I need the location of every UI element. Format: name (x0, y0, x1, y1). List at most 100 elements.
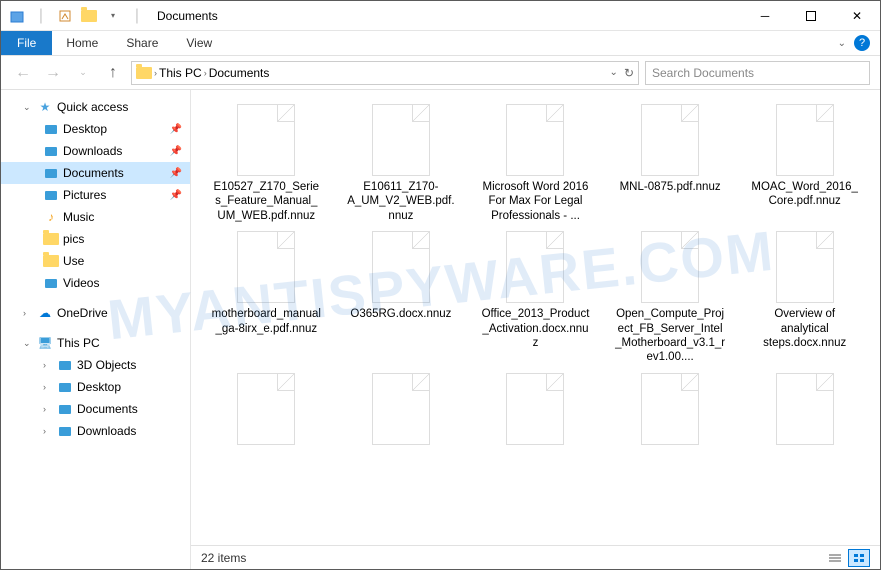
sidebar-item-desktop[interactable]: Desktop📌 (1, 118, 190, 140)
chevron-right-icon[interactable]: › (43, 404, 53, 414)
sidebar-item-downloads[interactable]: › Downloads (1, 420, 190, 442)
file-item[interactable] (605, 373, 736, 449)
sidebar-item-documents[interactable]: ›Documents (1, 398, 190, 420)
ribbon-chevron-icon[interactable]: ⌄ (838, 38, 846, 49)
sidebar-item-documents[interactable]: Documents 📌 (1, 162, 190, 184)
sidebar-item-use[interactable]: Use (1, 250, 190, 272)
sidebar-onedrive[interactable]: ›☁OneDrive (1, 302, 190, 324)
chevron-right-icon[interactable]: › (23, 308, 33, 318)
chevron-down-icon[interactable]: ⌄ (23, 102, 33, 113)
file-item[interactable]: Microsoft Word 2016 For Max For Legal Pr… (470, 104, 601, 223)
close-button[interactable]: ✕ (834, 1, 880, 31)
file-item[interactable] (201, 373, 332, 449)
file-name: E10611_Z170-A_UM_V2_WEB.pdf.nnuz (346, 180, 456, 223)
chevron-right-icon[interactable]: › (43, 382, 53, 392)
sidebar-item-desktop[interactable]: ›Desktop (1, 376, 190, 398)
sidebar-item-label: Downloads (77, 424, 136, 438)
sidebar-item-label: 3D Objects (77, 358, 136, 372)
recent-dropdown[interactable]: ⌄ (71, 61, 95, 85)
details-view-icon[interactable] (824, 549, 846, 567)
tab-view[interactable]: View (172, 31, 226, 55)
sidebar-item-label: Documents (63, 166, 124, 180)
maximize-button[interactable] (788, 1, 834, 31)
file-icon (372, 104, 430, 176)
folder-icon (7, 6, 27, 26)
file-icon (372, 373, 430, 445)
titlebar: | ▾ | Documents ─ ✕ (1, 1, 880, 31)
file-item[interactable] (336, 373, 467, 449)
pictures-icon (43, 187, 59, 203)
pin-icon: 📌 (170, 168, 182, 179)
sidebar-label: OneDrive (57, 306, 108, 320)
pc-icon: 🖥 (37, 335, 53, 351)
file-icon (506, 373, 564, 445)
file-icon (372, 231, 430, 303)
file-grid[interactable]: E10527_Z170_Series_Feature_Manual_UM_WEB… (191, 90, 880, 545)
back-button[interactable]: ← (11, 61, 35, 85)
downloads-icon (57, 423, 73, 439)
sidebar-item-pictures[interactable]: Pictures 📌 (1, 184, 190, 206)
file-icon (641, 231, 699, 303)
sidebar-quick-access[interactable]: ⌄★Quick access (1, 96, 190, 118)
desktop-icon (57, 379, 73, 395)
sidebar-item-3d-objects[interactable]: › 3D Objects (1, 354, 190, 376)
sidebar-item-music[interactable]: ♪Music (1, 206, 190, 228)
chevron-right-icon[interactable]: › (154, 68, 157, 78)
file-name: MOAC_Word_2016_Core.pdf.nnuz (750, 180, 860, 209)
file-item[interactable]: Office_2013_Product_Activation.docx.nnuz (470, 231, 601, 365)
file-item[interactable]: MOAC_Word_2016_Core.pdf.nnuz (739, 104, 870, 223)
sidebar-item-downloads[interactable]: Downloads📌 (1, 140, 190, 162)
sidebar-item-label: Pictures (63, 188, 106, 202)
sidebar-label: This PC (57, 336, 100, 350)
breadcrumb-dropdown-icon[interactable]: ⌄ (610, 67, 618, 78)
videos-icon (43, 275, 59, 291)
file-item[interactable]: MNL-0875.pdf.nnuz (605, 104, 736, 223)
documents-icon (57, 401, 73, 417)
file-item[interactable]: O365RG.docx.nnuz (336, 231, 467, 365)
file-item[interactable]: E10611_Z170-A_UM_V2_WEB.pdf.nnuz (336, 104, 467, 223)
help-icon[interactable]: ? (854, 35, 870, 51)
file-view: E10527_Z170_Series_Feature_Manual_UM_WEB… (191, 90, 880, 569)
sidebar-item-label: Music (63, 210, 94, 224)
file-item[interactable]: motherboard_manual_ga-8irx_e.pdf.nnuz (201, 231, 332, 365)
pin-icon: 📌 (170, 190, 182, 201)
file-tab[interactable]: File (1, 31, 52, 55)
file-item[interactable] (470, 373, 601, 449)
breadcrumb-segment[interactable]: Documents (209, 66, 270, 80)
tab-home[interactable]: Home (52, 31, 112, 55)
up-button[interactable]: ↑ (101, 61, 125, 85)
breadcrumb[interactable]: › This PC › Documents ⌄ ↻ (131, 61, 639, 85)
forward-button[interactable]: → (41, 61, 65, 85)
chevron-right-icon[interactable]: › (43, 426, 53, 436)
new-folder-icon[interactable] (79, 6, 99, 26)
sidebar-this-pc[interactable]: ⌄ 🖥 This PC (1, 332, 190, 354)
navigation-pane[interactable]: ⌄★Quick accessDesktop📌Downloads📌Document… (1, 90, 191, 569)
chevron-right-icon[interactable]: › (204, 68, 207, 78)
search-input[interactable]: Search Documents (645, 61, 870, 85)
large-icons-view-icon[interactable] (848, 549, 870, 567)
breadcrumb-segment[interactable]: This PC (159, 66, 202, 80)
qat-dropdown-icon[interactable]: ▾ (103, 6, 123, 26)
file-name: Overview of analytical steps.docx.nnuz (750, 307, 860, 350)
file-icon (776, 373, 834, 445)
separator: | (127, 6, 147, 26)
sidebar-label: Quick access (57, 100, 128, 114)
refresh-icon[interactable]: ↻ (624, 66, 634, 80)
sidebar-item-videos[interactable]: Videos (1, 272, 190, 294)
folder-icon (43, 231, 59, 247)
file-name: Open_Compute_Project_FB_Server_Intel_Mot… (615, 307, 725, 365)
chevron-down-icon[interactable]: ⌄ (23, 338, 33, 349)
window-title: Documents (157, 9, 218, 23)
file-icon (641, 104, 699, 176)
sidebar-item-pics[interactable]: pics (1, 228, 190, 250)
file-name: E10527_Z170_Series_Feature_Manual_UM_WEB… (211, 180, 321, 223)
chevron-right-icon[interactable]: › (43, 360, 53, 370)
tab-share[interactable]: Share (112, 31, 172, 55)
file-item[interactable]: Open_Compute_Project_FB_Server_Intel_Mot… (605, 231, 736, 365)
minimize-button[interactable]: ─ (742, 1, 788, 31)
file-item[interactable]: E10527_Z170_Series_Feature_Manual_UM_WEB… (201, 104, 332, 223)
properties-icon[interactable] (55, 6, 75, 26)
qat-divider: | (31, 6, 51, 26)
file-item[interactable] (739, 373, 870, 449)
file-item[interactable]: Overview of analytical steps.docx.nnuz (739, 231, 870, 365)
